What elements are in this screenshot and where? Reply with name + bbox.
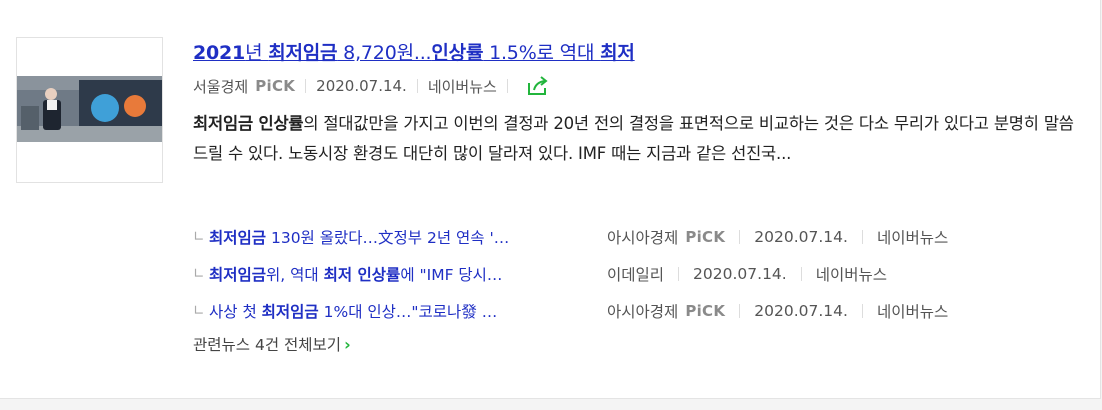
- related-date: 2020.07.14.: [754, 227, 848, 246]
- title-part: 인상률: [431, 42, 484, 64]
- title-part: 사상 첫: [209, 302, 262, 321]
- title-part: 130원 올랐다…文정부 2년 연속 '…: [266, 228, 510, 247]
- article-thumbnail[interactable]: [16, 37, 163, 183]
- naver-news-link[interactable]: 네이버뉴스: [877, 226, 948, 248]
- title-part: 년: [245, 42, 269, 64]
- title-part: 1.5%로 역대: [483, 42, 601, 64]
- article-description: 최저임금 인상률의 절대값만을 가지고 이번의 결정과 20년 전의 결정을 표…: [193, 109, 1083, 169]
- reply-arrow-icon: ∟: [193, 265, 205, 282]
- divider: [416, 79, 418, 93]
- related-news-title-link[interactable]: 최저임금위, 역대 최저 인상률에 "IMF 당시…: [209, 263, 589, 285]
- article-date: 2020.07.14.: [316, 77, 407, 95]
- title-part: 1%대 인상…"코로나發 …: [318, 302, 498, 321]
- divider: [305, 79, 307, 93]
- press-info: 이데일리: [607, 263, 664, 285]
- related-news-list: ∟ 최저임금 130원 올랐다…文정부 2년 연속 '… 아시아경제 PiCK …: [193, 218, 948, 329]
- related-news-item: ∟ 사상 첫 최저임금 1%대 인상…"코로나發 … 아시아경제 PiCK 20…: [193, 292, 948, 329]
- naver-news-link[interactable]: 네이버뉴스: [877, 300, 948, 322]
- view-all-related-link[interactable]: 관련뉴스 4건 전체보기 ›: [193, 333, 351, 355]
- title-part: 최저임금: [209, 228, 267, 247]
- divider: [678, 266, 680, 281]
- press-info: 아시아경제 PiCK: [607, 300, 725, 322]
- divider: [800, 266, 802, 281]
- divider: [739, 303, 741, 318]
- title-part: 최저임금: [209, 265, 267, 284]
- title-part: 최저: [600, 42, 635, 64]
- related-news-item: ∟ 최저임금위, 역대 최저 인상률에 "IMF 당시… 이데일리 2020.0…: [193, 255, 948, 292]
- title-part: 에 "IMF 당시…: [400, 265, 503, 284]
- related-date: 2020.07.14.: [693, 264, 787, 283]
- press-name[interactable]: 아시아경제: [607, 226, 678, 248]
- title-part: 2021: [193, 42, 246, 64]
- pick-badge: PiCK: [685, 301, 726, 320]
- thumbnail-photo: [17, 76, 162, 142]
- reply-arrow-icon: ∟: [193, 228, 205, 245]
- title-part: 최저임금: [268, 42, 338, 64]
- naver-news-link[interactable]: 네이버뉴스: [816, 263, 887, 285]
- reply-arrow-icon: ∟: [193, 302, 205, 319]
- chevron-right-icon: ›: [344, 334, 351, 354]
- desc-highlight: 최저임금 인상률: [193, 114, 304, 133]
- title-part: 최저임금: [261, 302, 319, 321]
- pick-badge: PiCK: [685, 227, 726, 246]
- naver-news-link[interactable]: 네이버뉴스: [428, 76, 497, 97]
- title-part: 8,720원...: [337, 42, 432, 64]
- divider: [861, 229, 863, 244]
- press-info: 아시아경제 PiCK: [607, 226, 725, 248]
- news-card: 2021년 최저임금 8,720원...인상률 1.5%로 역대 최저 서울경제…: [0, 0, 1101, 399]
- divider: [861, 303, 863, 318]
- title-part: 최저 인상률: [323, 265, 401, 284]
- related-news-title-link[interactable]: 사상 첫 최저임금 1%대 인상…"코로나發 …: [209, 300, 589, 322]
- view-all-label: 관련뉴스 4건 전체보기: [193, 336, 342, 354]
- title-part: 위, 역대: [266, 265, 324, 284]
- related-news-item: ∟ 최저임금 130원 올랐다…文정부 2년 연속 '… 아시아경제 PiCK …: [193, 218, 948, 255]
- press-name[interactable]: 서울경제: [193, 76, 248, 97]
- press-name[interactable]: 이데일리: [607, 263, 664, 285]
- article-meta: 서울경제 PiCK 2020.07.14. 네이버뉴스: [193, 75, 550, 97]
- pick-badge: PiCK: [255, 77, 296, 95]
- share-icon[interactable]: [526, 75, 550, 97]
- article-title-link[interactable]: 2021년 최저임금 8,720원...인상률 1.5%로 역대 최저: [193, 38, 635, 65]
- divider: [739, 229, 741, 244]
- press-name[interactable]: 아시아경제: [607, 300, 678, 322]
- related-date: 2020.07.14.: [754, 301, 848, 320]
- desc-text: 의 절대값만을 가지고 이번의 결정과 20년 전의 결정을 표면적으로 비교하…: [193, 114, 1074, 163]
- divider: [506, 79, 508, 93]
- related-news-title-link[interactable]: 최저임금 130원 올랐다…文정부 2년 연속 '…: [209, 226, 589, 248]
